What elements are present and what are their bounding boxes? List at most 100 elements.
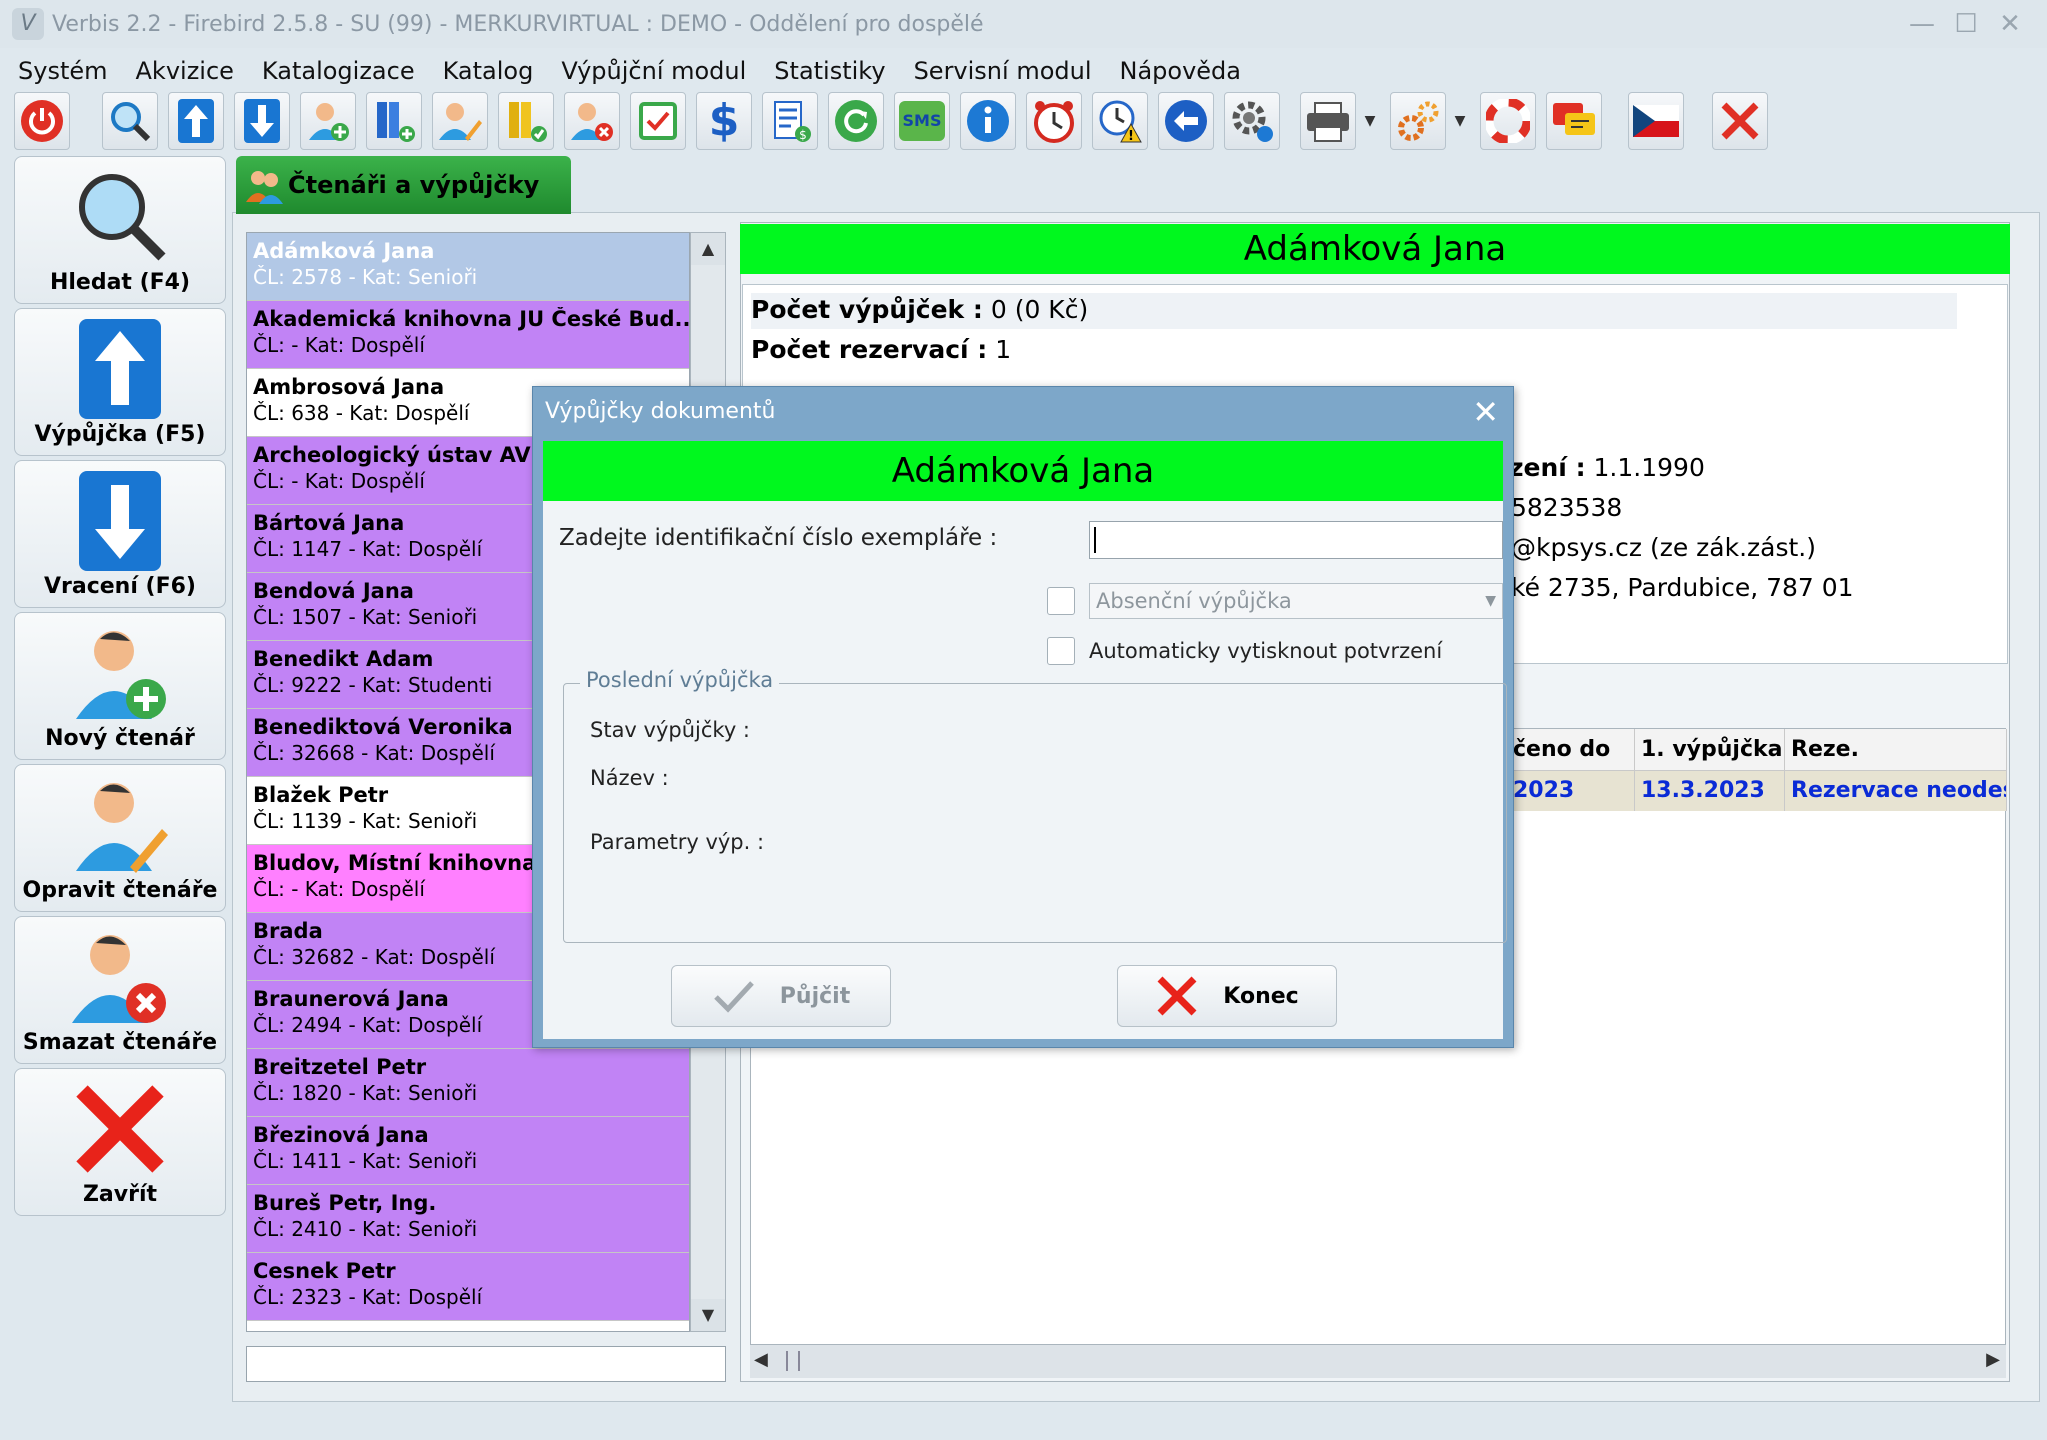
- approved-items-tool-button[interactable]: [498, 92, 554, 150]
- auto-print-checkbox[interactable]: [1047, 637, 1075, 665]
- overdue-tool-button[interactable]: !: [1092, 92, 1148, 150]
- tab-readers-loans[interactable]: Čtenáři a výpůjčky: [236, 156, 571, 214]
- menu-cataloguing[interactable]: Katalogizace: [248, 57, 429, 85]
- checklist-tool-button[interactable]: [630, 92, 686, 150]
- alarm-tool-button[interactable]: [1026, 92, 1082, 150]
- menu-circulation[interactable]: Výpůjční modul: [547, 57, 760, 85]
- print-tool-button[interactable]: [1300, 92, 1356, 150]
- list-item[interactable]: Akademická knihovna JU České Bud... ČL: -…: [247, 301, 689, 369]
- menu-acquisition[interactable]: Akvizice: [122, 57, 248, 85]
- absence-loan-checkbox[interactable]: [1047, 587, 1075, 615]
- edit-reader-big-button[interactable]: Opravit čtenáře: [14, 764, 226, 912]
- cell-due-date[interactable]: 2023: [1507, 771, 1635, 811]
- help-tool-button[interactable]: [1480, 92, 1536, 150]
- item-id-input[interactable]: [1089, 521, 1503, 559]
- scroll-left-icon[interactable]: ◀: [754, 1349, 768, 1370]
- maximize-icon[interactable]: ☐: [1948, 6, 1984, 42]
- add-user-tool-button[interactable]: [300, 92, 356, 150]
- add-user-icon: [76, 631, 166, 719]
- reader-name: Bureš Petr, Ing.: [253, 1191, 437, 1215]
- close-big-button[interactable]: Zavřít: [14, 1068, 226, 1216]
- close-red-icon: [1721, 102, 1759, 140]
- clock-warning-icon: !: [1099, 100, 1142, 144]
- menu-service[interactable]: Servisní modul: [900, 57, 1106, 85]
- power-button[interactable]: [14, 92, 70, 150]
- sms-tool-button[interactable]: SMS: [894, 92, 950, 150]
- back-arrow-icon: [1165, 100, 1207, 142]
- close-window-icon[interactable]: ✕: [1992, 6, 2028, 42]
- col-first-loan[interactable]: 1. výpůjčka: [1635, 729, 1785, 771]
- scroll-right-icon[interactable]: ▶: [1986, 1349, 2000, 1370]
- loans-horizontal-scrollbar[interactable]: ◀ ▶: [750, 1344, 2006, 1378]
- edit-user-tool-button[interactable]: [432, 92, 488, 150]
- language-tool-button[interactable]: [1628, 92, 1684, 150]
- return-tool-button[interactable]: [234, 92, 290, 150]
- toolbar: $ $ SMS ! ▼ ▼: [10, 92, 2040, 152]
- search-tool-button[interactable]: [102, 92, 158, 150]
- address-line: ké 2735, Pardubice, 787 01: [1511, 573, 1854, 602]
- loan-params-label: Parametry výp. :: [590, 830, 765, 854]
- settings-gear-icon: [1232, 101, 1273, 142]
- close-big-label: Zavřít: [82, 1182, 158, 1207]
- tools-dropdown-icon[interactable]: ▼: [1450, 92, 1470, 150]
- settings-tool-button[interactable]: [1224, 92, 1280, 150]
- delete-user-tool-button[interactable]: [564, 92, 620, 150]
- info-tool-button[interactable]: [960, 92, 1016, 150]
- list-item[interactable]: Adámková Jana ČL: 2578 - Kat: Senioři: [247, 233, 689, 301]
- title-bar: V Verbis 2.2 - Firebird 2.5.8 - SU (99) …: [0, 0, 2047, 48]
- reader-card-info: ČL: 2410 - Kat: Senioři: [253, 1217, 478, 1241]
- add-items-icon: [377, 102, 415, 142]
- cell-reservation[interactable]: Rezervace neodesl: [1785, 771, 2007, 811]
- loan-tool-button[interactable]: [168, 92, 224, 150]
- delete-reader-big-button[interactable]: Smazat čtenáře: [14, 916, 226, 1064]
- payments-tool-button[interactable]: $: [696, 92, 752, 150]
- list-item[interactable]: Březinová Jana ČL: 1411 - Kat: Senioři: [247, 1117, 689, 1185]
- search-big-label: Hledat (F4): [49, 270, 191, 295]
- reservations-count-line: Počet rezervací : 1: [751, 335, 1012, 364]
- scroll-thumb[interactable]: [786, 1351, 800, 1371]
- menu-statistics[interactable]: Statistiky: [760, 57, 899, 85]
- new-reader-big-button[interactable]: Nový čtenář: [14, 612, 226, 760]
- minimize-icon[interactable]: —: [1904, 6, 1940, 42]
- dialog-title: Výpůjčky dokumentů: [545, 399, 776, 424]
- col-reservation[interactable]: Reze.: [1785, 729, 2007, 771]
- menu-catalog[interactable]: Katalog: [429, 57, 548, 85]
- menu-system[interactable]: Systém: [0, 57, 122, 85]
- tools-tool-button[interactable]: [1390, 92, 1446, 150]
- add-items-tool-button[interactable]: [366, 92, 422, 150]
- exit-tool-button[interactable]: [1712, 92, 1768, 150]
- messages-tool-button[interactable]: [1546, 92, 1602, 150]
- loan-big-button[interactable]: Výpůjčka (F5): [14, 308, 226, 456]
- reader-name: Cesnek Petr: [253, 1259, 396, 1283]
- back-tool-button[interactable]: [1158, 92, 1214, 150]
- lend-button[interactable]: Půjčit: [671, 965, 891, 1027]
- list-item[interactable]: Breitzetel Petr ČL: 1820 - Kat: Senioři: [247, 1049, 689, 1117]
- scroll-up-icon[interactable]: ▲: [691, 233, 725, 265]
- refresh-tool-button[interactable]: [828, 92, 884, 150]
- menu-help[interactable]: Nápověda: [1106, 57, 1256, 85]
- reader-name: Adámková Jana: [253, 239, 435, 263]
- delete-user-icon: [571, 103, 613, 141]
- list-item[interactable]: Bureš Petr, Ing. ČL: 2410 - Kat: Senioři: [247, 1185, 689, 1253]
- auto-print-label: Automaticky vytisknout potvrzení: [1089, 639, 1443, 663]
- search-big-button[interactable]: Hledat (F4): [14, 156, 226, 304]
- dollar-icon: $: [708, 95, 740, 146]
- dialog-body: Adámková Jana Zadejte identifikační čísl…: [543, 441, 1507, 1039]
- print-dropdown-icon[interactable]: ▼: [1360, 92, 1380, 150]
- loan-status-label: Stav výpůjčky :: [590, 718, 751, 742]
- dialog-close-icon[interactable]: ✕: [1472, 393, 1499, 431]
- return-big-button[interactable]: Vracení (F6): [14, 460, 226, 608]
- money-list-tool-button[interactable]: $: [762, 92, 818, 150]
- czech-flag-icon: [1633, 105, 1679, 137]
- absence-loan-select[interactable]: Absenční výpůjčka ▼: [1089, 583, 1503, 619]
- col-due-date[interactable]: čeno do: [1507, 729, 1635, 771]
- cell-first-loan[interactable]: 13.3.2023: [1635, 771, 1785, 811]
- delete-user-icon: [72, 935, 166, 1023]
- close-dialog-button[interactable]: Konec: [1117, 965, 1337, 1027]
- list-item[interactable]: Cesnek Petr ČL: 2323 - Kat: Dospělí: [247, 1253, 689, 1321]
- phone-line: 5823538: [1511, 493, 1623, 522]
- upload-arrow-icon: [178, 99, 214, 143]
- reader-list-filter-input[interactable]: [246, 1346, 726, 1382]
- scroll-down-icon[interactable]: ▼: [691, 1299, 725, 1331]
- printer-icon: [1307, 102, 1349, 142]
